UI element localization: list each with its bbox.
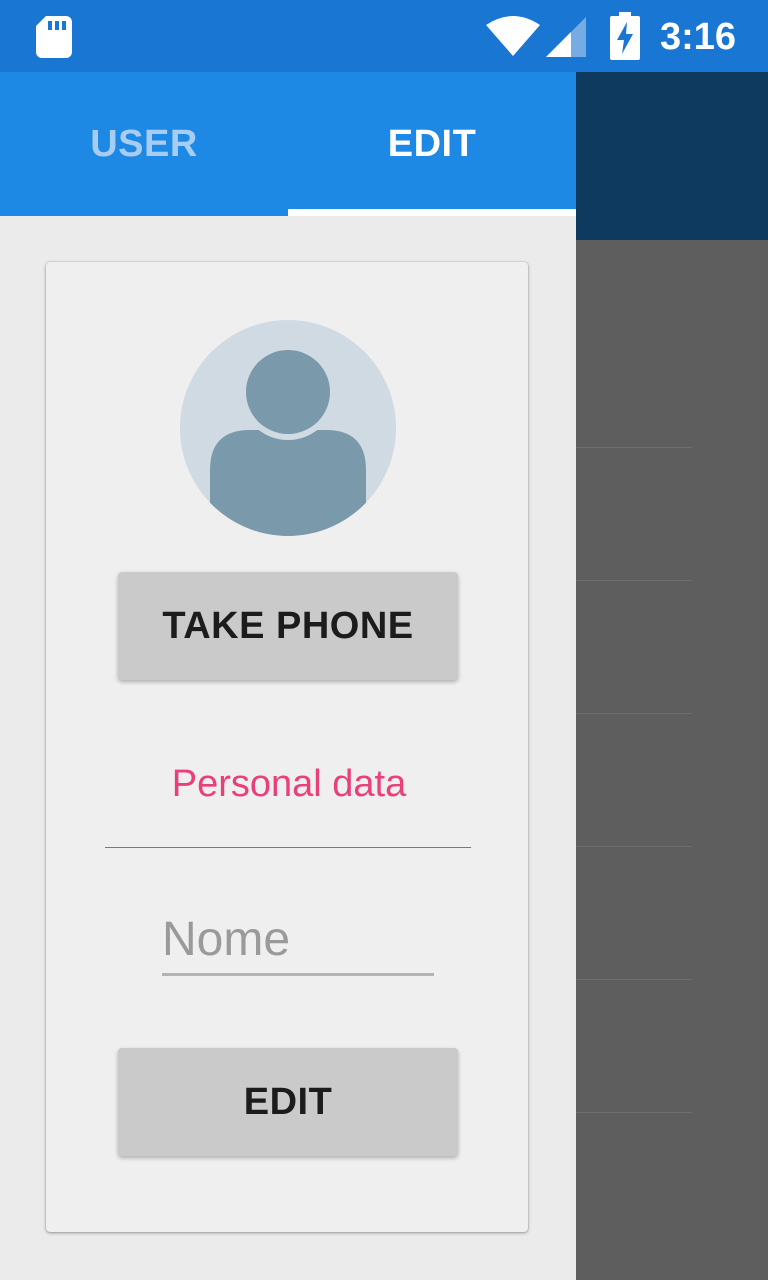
- tab-edit[interactable]: EDIT: [288, 72, 576, 216]
- tab-user[interactable]: USER: [0, 72, 288, 216]
- section-title: Personal data: [171, 763, 407, 805]
- tab-indicator: [288, 209, 576, 216]
- person-placeholder-icon: [180, 320, 396, 536]
- battery-charging-icon: [610, 12, 640, 60]
- list-divider: [576, 979, 692, 980]
- background-list: [576, 240, 768, 1280]
- section-divider: [105, 847, 471, 848]
- take-photo-button[interactable]: TAKE PHONE: [118, 572, 458, 680]
- list-divider: [576, 447, 692, 448]
- tab-bar: USER EDIT: [0, 72, 576, 216]
- list-divider: [576, 846, 692, 847]
- signal-icon: [546, 17, 586, 57]
- navigation-drawer: USER EDIT TAKE PHONE Personal data EDIT: [0, 72, 576, 1280]
- name-input[interactable]: [162, 910, 434, 976]
- list-divider: [576, 1112, 692, 1113]
- wifi-icon: [486, 16, 540, 56]
- list-divider: [576, 713, 692, 714]
- status-bar: 3:16: [0, 0, 768, 72]
- background-app-bar: [576, 72, 768, 240]
- status-clock: 3:16: [660, 16, 737, 58]
- profile-card: TAKE PHONE Personal data EDIT: [46, 262, 528, 1232]
- edit-button[interactable]: EDIT: [118, 1048, 458, 1156]
- sd-card-icon: [36, 16, 72, 58]
- list-divider: [576, 580, 692, 581]
